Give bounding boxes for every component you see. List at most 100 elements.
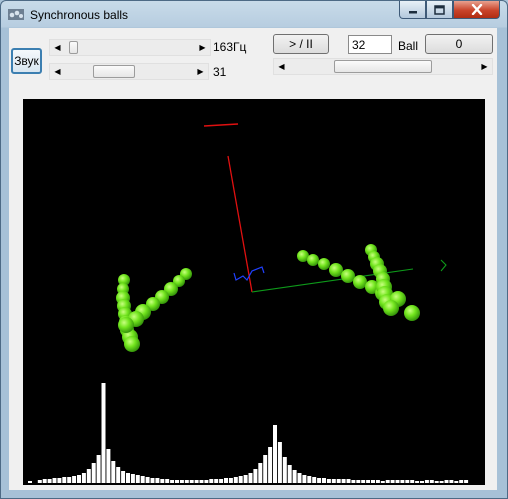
spectrum-bar [287,465,292,483]
spectrum-bar [160,479,165,483]
spectrum-bar [194,480,199,483]
spectrum-bar [415,481,420,483]
spectrum-bar [150,478,155,483]
scroll-left-icon[interactable]: ◀ [274,59,289,74]
spectrum-bar [37,480,42,483]
green-ball [383,300,399,316]
spectrum-bar [224,478,228,483]
scene-3d [28,123,469,483]
spectrum-bar [459,480,464,483]
green-ball [329,263,343,277]
scroll-left-icon[interactable]: ◀ [50,40,65,55]
spectrum-bar [238,476,243,483]
second-slider-thumb[interactable] [93,65,136,78]
spectrum-bar [429,480,434,483]
spectrum-bar [444,480,449,483]
spectrum-bar [184,480,189,483]
frequency-slider-thumb[interactable] [68,41,78,54]
spectrum-bar [91,463,96,483]
spectrum-bar [175,480,179,483]
spectrum-bar [145,477,150,483]
balls-app-icon [8,9,24,20]
spectrum-bar [297,473,302,483]
close-button[interactable] [453,1,500,19]
spectrum-bar [464,480,469,483]
close-icon [471,4,482,15]
spectrum-bar [331,479,336,483]
spectrum-bar [111,461,116,483]
spectrum-bar [410,480,415,483]
window-title: Synchronous balls [30,8,129,22]
spectrum-bar [170,480,175,483]
spectrum-bar [57,478,62,483]
spectrum-bar [199,480,204,483]
spectrum-bar [77,475,81,483]
title-bar[interactable]: Synchronous balls [1,1,507,28]
spectrum-bar [395,480,400,483]
spectrum-bar [72,476,77,483]
spectrum-bar [424,480,429,483]
spectrum-bar [302,475,307,483]
spectrum-bar [126,473,130,483]
spectrum-bar [189,480,194,483]
second-slider-value: 31 [213,65,227,79]
axis-x-tip [440,259,447,272]
spectrum-bar [140,476,145,483]
spectrum-bar [273,425,277,483]
scroll-right-icon[interactable]: ▶ [477,59,492,74]
ball-label: Ball [398,39,419,53]
ball-count-input[interactable] [348,35,392,54]
green-ball [404,305,420,321]
spectrum-bar [361,480,366,483]
spectrum-bar [96,455,101,483]
spectrum-bar [375,480,380,483]
ball-reset-button[interactable]: 0 [425,34,493,54]
spectrum-bar [253,469,258,483]
spectrum-bar [268,447,273,483]
spectrum-bar [336,479,341,483]
scroll-left-icon[interactable]: ◀ [50,64,65,79]
spectrum-bar [81,473,86,483]
spectrum-bar [380,481,385,483]
maximize-button[interactable] [426,1,453,19]
spectrum-bar [356,480,361,483]
scroll-right-icon[interactable]: ▶ [195,40,210,55]
sound-button[interactable]: Звук [11,48,42,74]
spectrum-bar [106,449,111,483]
scroll-right-icon[interactable]: ▶ [193,64,208,79]
wide-slider-thumb[interactable] [334,60,432,73]
green-ball [318,258,330,270]
green-ball [118,317,134,333]
spectrum-bar [116,467,121,483]
green-ball [341,269,355,283]
second-slider[interactable]: ◀ ▶ [49,63,209,80]
spectrum-bar [292,470,297,483]
spectrum-bar [312,477,317,483]
green-ball [307,254,319,266]
spectrum-bar [317,478,322,483]
spectrum-bar [86,469,91,483]
spectrum-bar [263,455,268,483]
spectrum-bar [277,442,282,483]
minimize-button[interactable] [399,1,426,19]
spectrum-bar [282,457,287,483]
spectrum-bar [209,479,214,483]
spectrum-bar [420,481,424,483]
spectrum-bar [101,383,106,483]
spectrum-bar [307,476,312,483]
spectrum-bar [449,480,454,483]
spectrum-bar [179,480,184,483]
frequency-slider[interactable]: ◀ ▶ [49,39,211,56]
spectrum-bar [400,480,405,483]
spectrum-bar [233,477,238,483]
minimize-icon [408,10,417,13]
spectrum-bar [248,473,253,483]
spectrum-bar [219,479,224,483]
spectrum-bar [390,480,395,483]
play-pause-button[interactable]: > / II [273,34,329,54]
3d-view-canvas[interactable] [23,99,485,485]
green-ball [124,336,140,352]
wide-slider[interactable]: ◀ ▶ [273,58,493,75]
spectrum-bar [155,478,160,483]
spectrum-bar [67,477,72,483]
